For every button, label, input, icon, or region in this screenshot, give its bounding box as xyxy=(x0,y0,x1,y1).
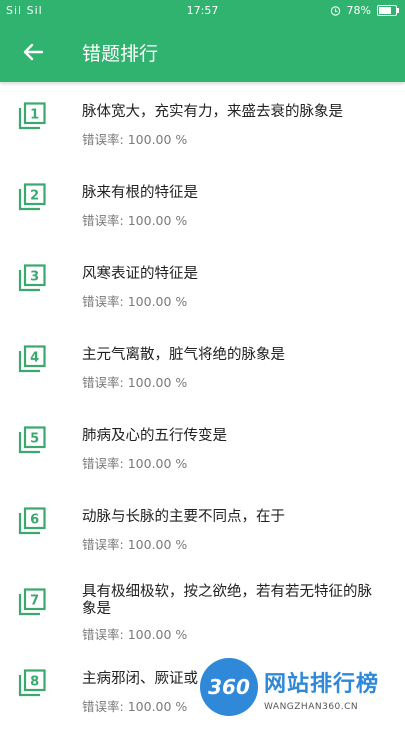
watermark-text: 网站排行榜 xyxy=(264,672,380,697)
watermark-logo: 360 xyxy=(200,658,258,716)
question-title: 肺病及心的五行传变是 xyxy=(82,428,227,444)
error-rate-label: 错误率: xyxy=(82,213,124,228)
item-number: 5 xyxy=(30,432,39,447)
list-item[interactable]: 6 动脉与长脉的主要不同点，在于 错误率: 100.00 % xyxy=(0,487,405,568)
list-item[interactable]: 7 具有极细极软，按之欲绝，若有若无特征的脉象是 错误率: 100.00 % xyxy=(0,568,405,649)
number-box-icon: 2 xyxy=(18,183,46,211)
page-title: 错题排行 xyxy=(82,43,159,65)
battery-percent: 78% xyxy=(346,4,371,17)
battery-icon xyxy=(377,5,399,16)
list-item[interactable]: 2 脉来有根的特征是 错误率: 100.00 % xyxy=(0,163,405,244)
back-arrow-icon[interactable] xyxy=(18,37,48,67)
error-rate: 错误率: 100.00 % xyxy=(82,696,187,715)
item-number: 2 xyxy=(30,189,39,204)
number-box-icon: 6 xyxy=(18,507,46,535)
error-rate-label: 错误率: xyxy=(82,375,124,390)
error-rate-label: 错误率: xyxy=(82,456,124,471)
number-box-icon: 4 xyxy=(18,345,46,373)
question-title: 脉体宽大，充实有力，来盛去衰的脉象是 xyxy=(82,104,343,120)
number-box-icon: 8 xyxy=(18,669,46,697)
error-rate: 错误率: 100.00 % xyxy=(82,624,187,643)
error-rate-label: 错误率: xyxy=(82,132,124,147)
error-rate-label: 错误率: xyxy=(82,294,124,309)
question-title: 脉来有根的特征是 xyxy=(82,185,198,201)
error-rate-label: 错误率: xyxy=(82,537,124,552)
item-number: 4 xyxy=(30,351,39,366)
item-number: 1 xyxy=(30,108,39,123)
error-rate-value: 100.00 % xyxy=(127,375,188,390)
error-rate-value: 100.00 % xyxy=(127,699,188,714)
item-number: 7 xyxy=(30,594,39,609)
question-title: 具有极细极软，按之欲绝，若有若无特征的脉象是 xyxy=(82,584,372,617)
error-rate-value: 100.00 % xyxy=(127,537,188,552)
list-item[interactable]: 3 风寒表证的特征是 错误率: 100.00 % xyxy=(0,244,405,325)
number-box-icon: 3 xyxy=(18,264,46,292)
error-rate-label: 错误率: xyxy=(82,699,124,714)
error-rate-value: 100.00 % xyxy=(127,456,188,471)
wrong-question-list: 1 脉体宽大，充实有力，来盛去衰的脉象是 错误率: 100.00 % 2 脉来有根… xyxy=(0,82,405,730)
item-number: 3 xyxy=(30,270,39,285)
error-rate-label: 错误率: xyxy=(82,627,124,642)
list-item[interactable]: 5 肺病及心的五行传变是 错误率: 100.00 % xyxy=(0,406,405,487)
list-item[interactable]: 1 脉体宽大，充实有力，来盛去衰的脉象是 错误率: 100.00 % xyxy=(0,82,405,163)
status-right: 78% xyxy=(330,4,399,17)
error-rate: 错误率: 100.00 % xyxy=(82,534,187,553)
question-title: 风寒表证的特征是 xyxy=(82,266,198,282)
toolbar: 错题排行 xyxy=(0,22,405,82)
watermark-sub: WANGZHAN360.CN xyxy=(264,702,359,712)
number-box-icon: 5 xyxy=(18,426,46,454)
item-number: 6 xyxy=(30,513,39,528)
question-title: 主元气离散，脏气将绝的脉象是 xyxy=(82,347,285,363)
error-rate: 错误率: 100.00 % xyxy=(82,372,187,391)
error-rate: 错误率: 100.00 % xyxy=(82,210,187,229)
error-rate: 错误率: 100.00 % xyxy=(82,453,187,472)
question-title: 动脉与长脉的主要不同点，在于 xyxy=(82,509,285,525)
error-rate: 错误率: 100.00 % xyxy=(82,291,187,310)
status-bar: Sil Sil 17:57 78% xyxy=(0,0,405,22)
item-number: 8 xyxy=(30,675,39,690)
error-rate-value: 100.00 % xyxy=(127,627,188,642)
error-rate-value: 100.00 % xyxy=(127,132,188,147)
error-rate: 错误率: 100.00 % xyxy=(82,129,187,148)
number-box-icon: 1 xyxy=(18,102,46,130)
watermark: 360 网站排行榜 WANGZHAN360.CN xyxy=(200,658,405,720)
error-rate-value: 100.00 % xyxy=(127,213,188,228)
list-item[interactable]: 4 主元气离散，脏气将绝的脉象是 错误率: 100.00 % xyxy=(0,325,405,406)
number-box-icon: 7 xyxy=(18,588,46,616)
error-rate-value: 100.00 % xyxy=(127,294,188,309)
alarm-icon xyxy=(330,6,340,16)
